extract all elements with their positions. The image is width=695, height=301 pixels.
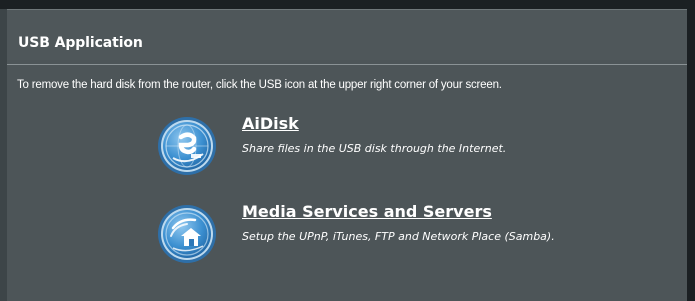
left-border <box>0 9 7 301</box>
media-server-house-icon[interactable] <box>161 208 213 260</box>
page-title: USB Application <box>18 35 143 51</box>
aidisk-description: Share files in the USB disk through the … <box>242 142 507 155</box>
aidisk-link[interactable]: AiDisk <box>242 114 299 133</box>
media-servers-link[interactable]: Media Services and Servers <box>242 202 492 221</box>
media-servers-description: Setup the UPnP, iTunes, FTP and Network … <box>242 230 555 243</box>
usb-application-window: USB Application To remove the hard disk … <box>0 0 695 301</box>
service-aidisk: AiDisk Share files in the USB disk throu… <box>161 114 581 180</box>
right-border <box>687 0 695 301</box>
header-divider <box>7 64 687 65</box>
top-border <box>0 0 695 9</box>
section-header: USB Application <box>7 9 687 60</box>
usb-application-panel: USB Application To remove the hard disk … <box>7 9 687 301</box>
service-media-servers: Media Services and Servers Setup the UPn… <box>161 202 581 268</box>
instruction-text: To remove the hard disk from the router,… <box>17 79 502 91</box>
aidisk-globe-icon[interactable] <box>161 120 213 172</box>
